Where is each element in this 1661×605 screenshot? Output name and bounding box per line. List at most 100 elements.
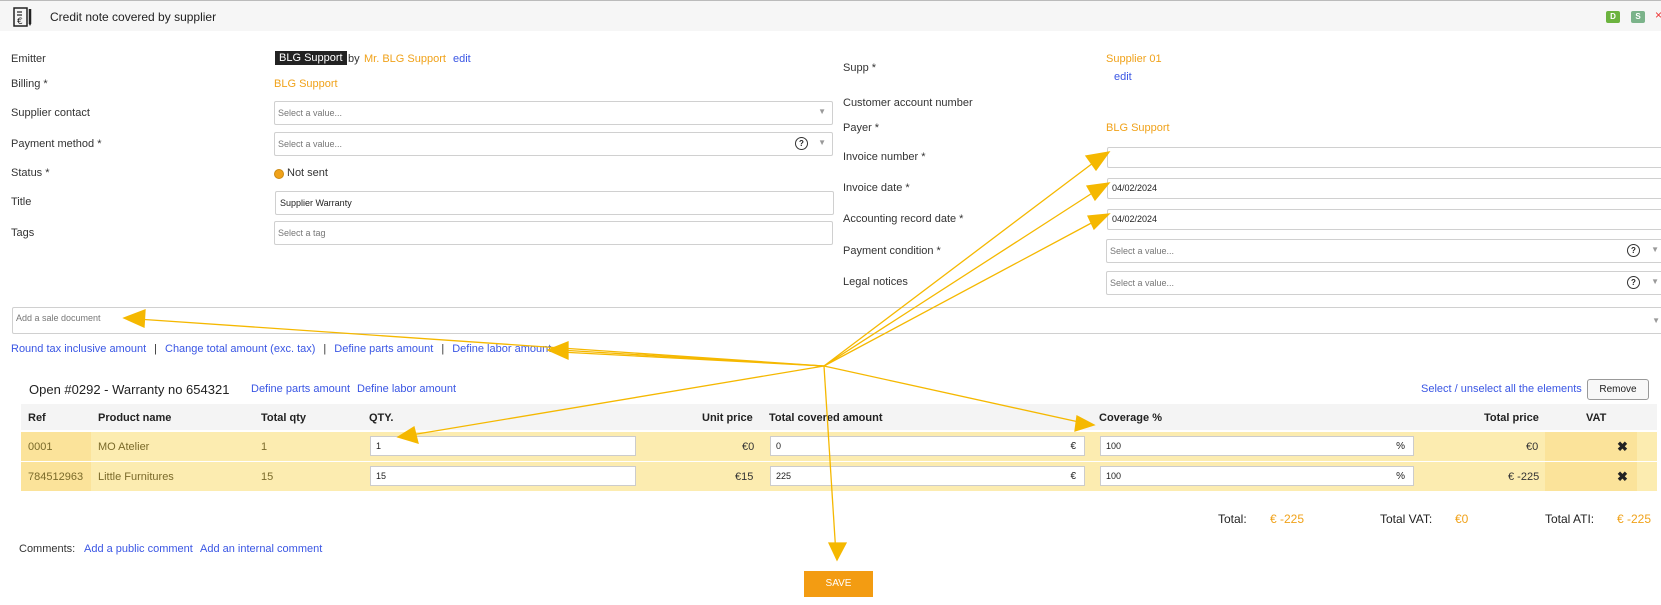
coverage-value: 100 bbox=[1106, 471, 1122, 481]
col-total-qty: Total qty bbox=[261, 412, 307, 424]
col-covered: Total covered amount bbox=[769, 412, 883, 424]
add-internal-comment-link[interactable]: Add an internal comment bbox=[200, 543, 322, 555]
col-ref: Ref bbox=[28, 412, 46, 424]
help-icon[interactable]: ? bbox=[1627, 244, 1640, 257]
supplier-contact-placeholder: Select a value... bbox=[278, 108, 343, 118]
invoice-date-value: 04/02/2024 bbox=[1112, 183, 1158, 193]
qty-input[interactable]: 1 bbox=[370, 436, 636, 456]
invoice-number-input[interactable] bbox=[1107, 147, 1661, 168]
covered-input[interactable]: 225 € bbox=[770, 466, 1085, 486]
save-button[interactable]: SAVE bbox=[804, 571, 873, 597]
help-icon[interactable]: ? bbox=[795, 137, 808, 150]
credit-note-icon: € bbox=[13, 7, 32, 27]
emitter-value: BLG Support bbox=[275, 51, 347, 65]
status-value: Not sent bbox=[287, 167, 328, 179]
legal-notices-select[interactable]: Select a value... ? ▼ bbox=[1106, 271, 1661, 295]
remove-button[interactable]: Remove bbox=[1587, 379, 1649, 400]
tags-input[interactable]: Select a tag bbox=[274, 221, 833, 245]
arrowhead bbox=[1087, 213, 1111, 231]
close-icon[interactable]: × bbox=[1655, 8, 1661, 22]
row-total-qty: 15 bbox=[261, 471, 274, 483]
section-title: Open #0292 - Warranty no 654321 bbox=[29, 382, 230, 397]
define-labor-link[interactable]: Define labor amount bbox=[452, 343, 551, 355]
select-all-link[interactable]: Select / unselect all the elements bbox=[1421, 383, 1582, 395]
accounting-date-input[interactable]: 04/02/2024 bbox=[1107, 209, 1661, 230]
row-ref: 0001 bbox=[28, 441, 53, 453]
col-total-price: Total price bbox=[1484, 412, 1539, 424]
supp-edit-link[interactable]: edit bbox=[1114, 71, 1132, 83]
change-total-link[interactable]: Change total amount (exc. tax) bbox=[165, 343, 315, 355]
comments-label: Comments: bbox=[19, 543, 76, 555]
table-header: Ref Product name Total qty QTY. Unit pri… bbox=[21, 404, 1657, 430]
customer-account-label: Customer account number bbox=[843, 97, 973, 109]
tags-placeholder: Select a tag bbox=[278, 228, 326, 238]
covered-input[interactable]: 0 € bbox=[770, 436, 1085, 456]
add-public-comment-link[interactable]: Add a public comment bbox=[84, 543, 193, 555]
billing-label: Billing * bbox=[11, 78, 48, 90]
emitter-label: Emitter bbox=[11, 53, 46, 65]
badge-d[interactable]: D bbox=[1606, 11, 1620, 23]
col-coverage: Coverage % bbox=[1099, 412, 1162, 424]
chevron-down-icon: ▼ bbox=[818, 107, 826, 116]
total-label: Total: bbox=[1218, 512, 1247, 526]
arrow-line bbox=[559, 351, 825, 367]
coverage-input[interactable]: 100% bbox=[1100, 436, 1414, 456]
section-define-labor-link[interactable]: Define labor amount bbox=[357, 383, 456, 395]
qty-value: 15 bbox=[376, 471, 387, 481]
payment-method-label: Payment method * bbox=[11, 138, 102, 150]
qty-value: 1 bbox=[376, 441, 382, 451]
delete-icon[interactable]: ✖ bbox=[1617, 469, 1628, 485]
row-unit-price: €15 bbox=[735, 471, 754, 483]
covered-value: 225 bbox=[776, 471, 792, 481]
arrowhead bbox=[1085, 182, 1111, 202]
qty-input[interactable]: 15 bbox=[370, 466, 636, 486]
emitter-by: by bbox=[348, 53, 360, 65]
total-vat-label: Total VAT: bbox=[1380, 512, 1433, 526]
col-product: Product name bbox=[98, 412, 172, 424]
separator: | bbox=[323, 343, 327, 355]
payment-method-select[interactable]: Select a value... ? ▼ bbox=[274, 132, 833, 156]
section-define-parts-link[interactable]: Define parts amount bbox=[251, 383, 350, 395]
round-tax-link[interactable]: Round tax inclusive amount bbox=[11, 343, 146, 355]
arrowhead bbox=[1084, 151, 1111, 172]
row-ref: 784512963 bbox=[28, 471, 84, 483]
supp-label: Supp * bbox=[843, 62, 877, 74]
covered-unit: € bbox=[1070, 441, 1076, 452]
emitter-person-link[interactable]: Mr. BLG Support bbox=[364, 53, 446, 65]
define-parts-link[interactable]: Define parts amount bbox=[334, 343, 433, 355]
status-radio[interactable] bbox=[274, 169, 284, 179]
payment-condition-placeholder: Select a value... bbox=[1110, 246, 1175, 256]
invoice-number-label: Invoice number * bbox=[843, 151, 926, 163]
help-icon[interactable]: ? bbox=[1627, 276, 1640, 289]
row-unit-price: €0 bbox=[742, 441, 755, 453]
legal-notices-label: Legal notices bbox=[843, 276, 908, 288]
action-links: Round tax inclusive amount | Change total … bbox=[11, 343, 551, 355]
coverage-unit: % bbox=[1396, 441, 1405, 452]
delete-icon[interactable]: ✖ bbox=[1617, 439, 1628, 455]
supplier-contact-select[interactable]: Select a value... ▼ bbox=[274, 101, 833, 125]
payment-condition-select[interactable]: Select a value... ? ▼ bbox=[1106, 239, 1661, 263]
coverage-input[interactable]: 100% bbox=[1100, 466, 1414, 486]
row-total-price: €0 bbox=[1526, 441, 1539, 453]
billing-value[interactable]: BLG Support bbox=[274, 78, 338, 90]
title-input-value: Supplier Warranty bbox=[280, 198, 352, 208]
invoice-date-label: Invoice date * bbox=[843, 182, 910, 194]
table-row[interactable]: 0001 MO Atelier 1 1 €0 0 € 100% €0 ✖ bbox=[21, 432, 1657, 461]
svg-text:€: € bbox=[17, 17, 23, 27]
row-total-qty: 1 bbox=[261, 441, 268, 453]
arrow-line bbox=[559, 349, 825, 367]
total-ati-value: € -225 bbox=[1617, 512, 1652, 526]
tags-label: Tags bbox=[11, 227, 35, 239]
covered-unit: € bbox=[1070, 471, 1076, 482]
table-row[interactable]: 784512963 Little Furnitures 15 15 €15 22… bbox=[21, 462, 1657, 491]
chevron-down-icon: ▼ bbox=[1651, 277, 1659, 286]
supp-value[interactable]: Supplier 01 bbox=[1106, 53, 1162, 65]
emitter-edit-link[interactable]: edit bbox=[453, 53, 471, 65]
title-input[interactable]: Supplier Warranty bbox=[275, 191, 834, 215]
invoice-date-input[interactable]: 04/02/2024 bbox=[1107, 178, 1661, 199]
supplier-contact-label: Supplier contact bbox=[11, 107, 90, 119]
sale-document-select[interactable]: Add a sale document ▼ bbox=[12, 307, 1661, 334]
badge-s[interactable]: S bbox=[1631, 11, 1645, 23]
chevron-down-icon: ▼ bbox=[1652, 316, 1660, 325]
payer-value[interactable]: BLG Support bbox=[1106, 122, 1170, 134]
